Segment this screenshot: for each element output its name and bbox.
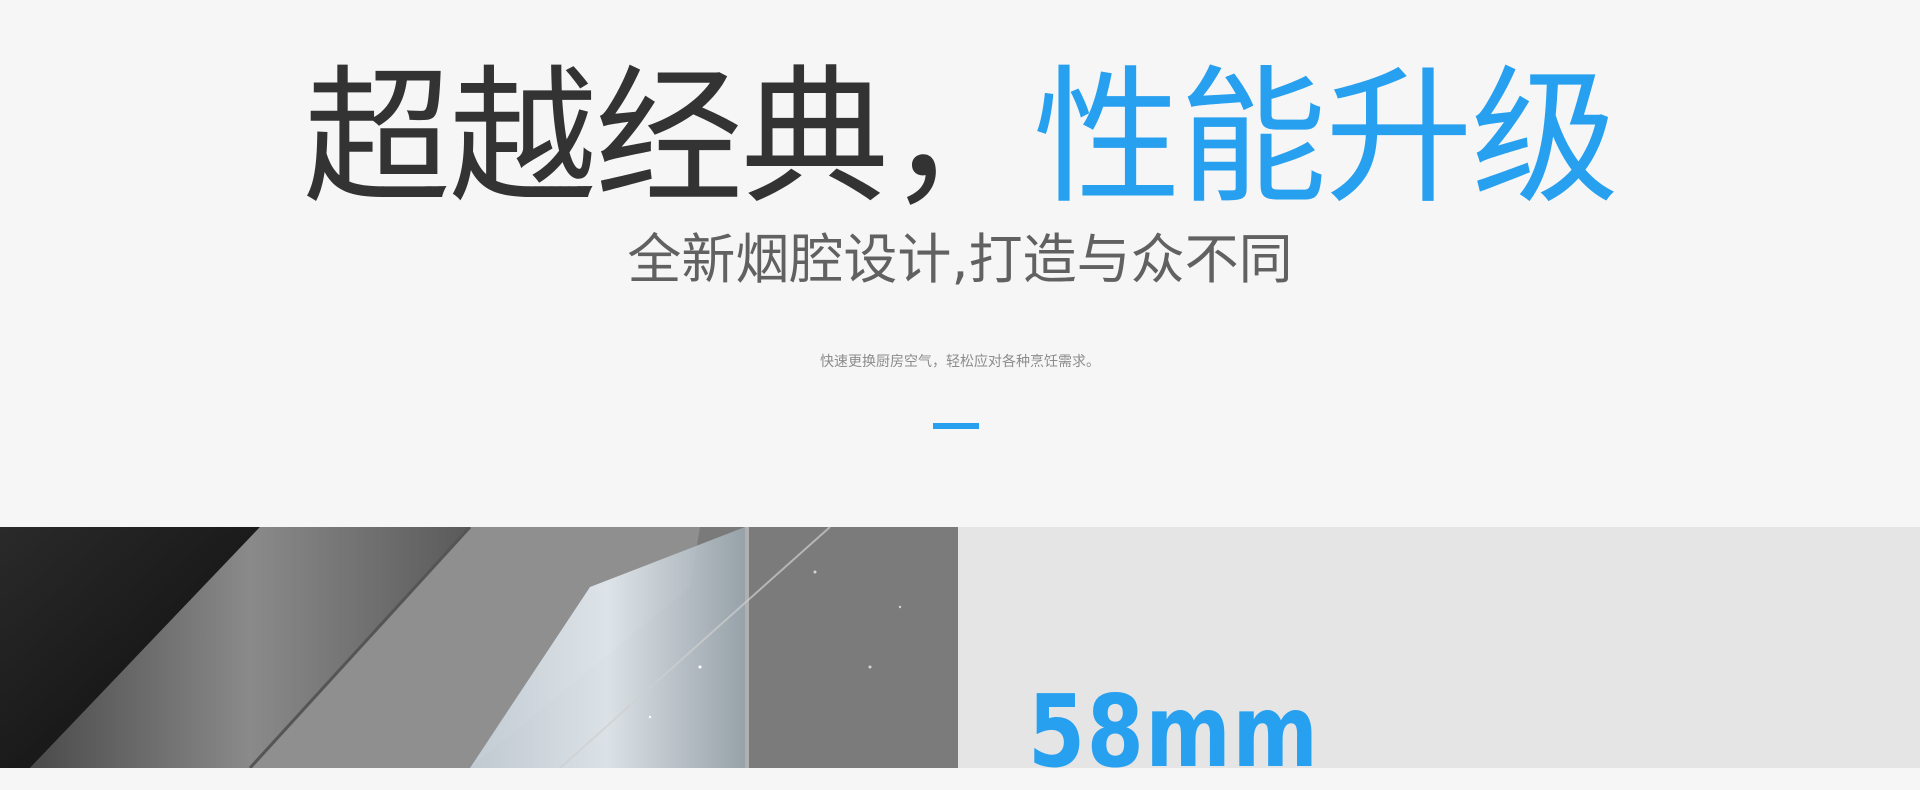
headline-dark-text: 超越经典， [303,52,1035,224]
hero-subheadline: 全新烟腔设计,打造与众不同 [627,228,1293,291]
hero-tagline: 快速更换厨房空气，轻松应对各种烹饪需求。 [820,354,1100,370]
range-hood-product-image [0,527,958,768]
range-hood-illustration [0,527,958,768]
headline-blue-text: 性能升级 [1033,52,1619,224]
hero-section: 超越经典，性能升级 全新烟腔设计,打造与众不同 快速更换厨房空气，轻松应对各种烹… [0,0,1920,527]
spec-panel: 58mm [958,527,1920,787]
hero-headline: 超越经典，性能升级 [0,58,1920,218]
accent-divider [933,423,979,429]
spec-value: 58mm [1028,673,1320,790]
